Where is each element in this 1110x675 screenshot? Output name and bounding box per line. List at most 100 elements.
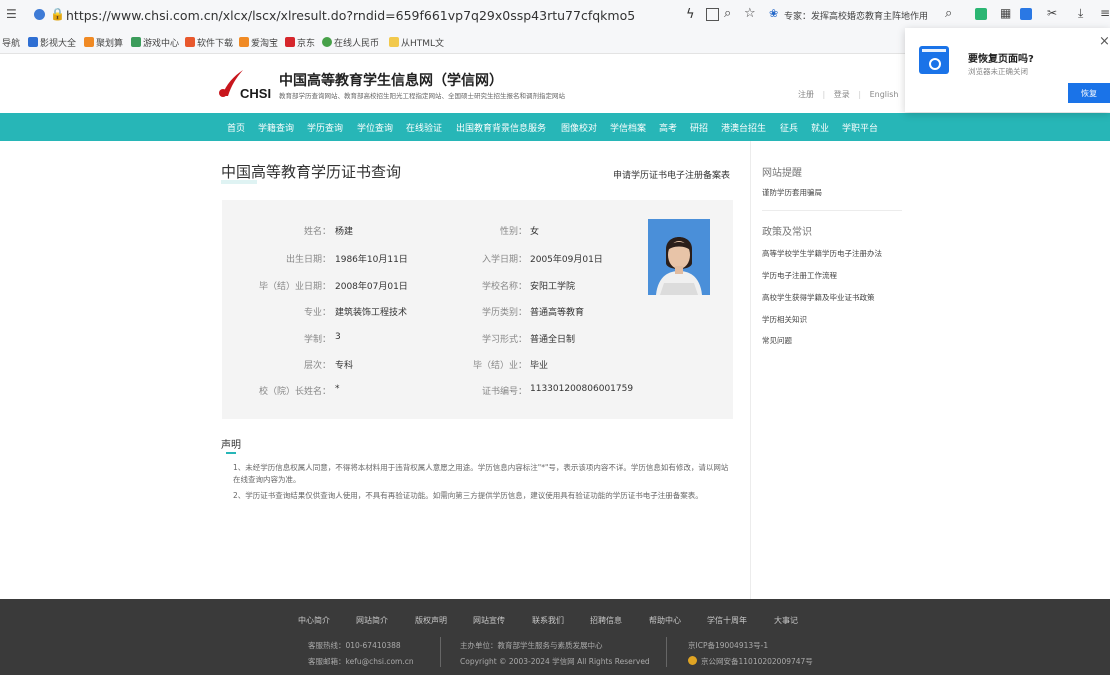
scissors-icon[interactable]: ✂	[1047, 6, 1057, 20]
bookmark-item[interactable]: 聚划算	[84, 36, 123, 49]
sidebar-policy-link[interactable]: 高等学校学生学籍学历电子注册办法	[762, 248, 882, 259]
footer-link[interactable]: 网站宣传	[473, 615, 505, 626]
hotline-text: 客服热线：010-67410388	[308, 641, 401, 650]
footer-link[interactable]: 大事记	[774, 615, 798, 626]
nav-item-career[interactable]: 学职平台	[842, 121, 878, 134]
nav-item-image-check[interactable]: 图像校对	[561, 121, 597, 134]
lock-icon: 🔒	[50, 7, 65, 21]
nav-item-military[interactable]: 征兵	[780, 121, 798, 134]
bookmark-item[interactable]: 爱淘宝	[239, 36, 278, 49]
folder-icon	[389, 37, 399, 47]
declaration-item: 2、学历证书查询结果仅供查询人使用，不具有再验证功能。如需向第三方提供学历信息，…	[233, 491, 703, 500]
study-form-label: 学习形式：	[481, 335, 527, 345]
apply-report-link[interactable]: 申请学历证书电子注册备案表	[613, 168, 730, 181]
level-value: 专科	[335, 361, 354, 371]
declaration-item: 1、未经学历信息权属人同意，不得将本材料用于违背权属人意愿之用途。学历信息内容标…	[233, 463, 729, 484]
sidebar-policy-title: 政策及常识	[762, 227, 812, 238]
icp-text[interactable]: 京ICP备19004913号-1	[688, 640, 768, 651]
extension-icon[interactable]	[975, 8, 987, 20]
sidebar-policy-link[interactable]: 学历电子注册工作流程	[762, 270, 837, 281]
close-icon[interactable]: ×	[1099, 34, 1110, 49]
search-icon[interactable]: ⌕	[945, 6, 952, 21]
divider: |	[822, 90, 826, 99]
nav-item-home[interactable]: 首页	[227, 121, 245, 134]
footer-link[interactable]: 联系我们	[532, 615, 564, 626]
nav-item-yanzhao[interactable]: 研招	[690, 121, 708, 134]
sidebar-tips-title: 网站提醒	[762, 168, 802, 179]
sidebar-policy-link[interactable]: 学历相关知识	[762, 314, 807, 325]
url-text[interactable]: https://www.chsi.com.cn/xlcx/lscx/xlresu…	[66, 8, 635, 23]
police-text[interactable]: 京公网安备11010202009747号	[701, 656, 813, 667]
bookmark-item[interactable]: 京东	[285, 36, 315, 49]
nav-item-hmt[interactable]: 港澳台招生	[721, 121, 766, 134]
jd-icon	[285, 37, 295, 47]
video-icon	[28, 37, 38, 47]
main-nav: 首页 学籍查询 学历查询 学位查询 在线验证 出国教育背景信息服务 图像校对 学…	[0, 113, 1110, 141]
nav-item-jobs[interactable]: 就业	[811, 121, 829, 134]
menu-icon[interactable]: ☰	[6, 7, 17, 21]
nav-item-overseas[interactable]: 出国教育背景信息服务	[456, 121, 546, 134]
footer: 中心简介 网站简介 版权声明 网站宣传 联系我们 招聘信息 帮助中心 学信十周年…	[0, 599, 1110, 675]
site-title[interactable]: 中国高等教育学生信息网（学信网）	[279, 70, 503, 90]
police-badge-icon	[688, 656, 697, 665]
footer-link[interactable]: 中心简介	[298, 615, 330, 626]
login-link[interactable]: 登录	[834, 90, 850, 99]
game-icon	[131, 37, 141, 47]
nav-item-degree-query[interactable]: 学位查询	[357, 121, 393, 134]
nav-item-archive[interactable]: 学信档案	[610, 121, 646, 134]
footer-link[interactable]: 帮助中心	[649, 615, 681, 626]
logo-text: CHSI	[240, 86, 272, 101]
bookmark-item[interactable]: 从HTML文	[389, 36, 444, 49]
nav-item-online-verify[interactable]: 在线验证	[406, 121, 442, 134]
sidebar-divider	[750, 141, 751, 600]
footer-link[interactable]: 版权声明	[415, 615, 447, 626]
sidebar-tip-link[interactable]: 谨防学历套用骗局	[762, 187, 822, 198]
popup-subtitle: 浏览器未正确关闭	[968, 67, 1028, 76]
translate-icon[interactable]	[1020, 8, 1032, 20]
top-links: 注册 | 登录 | English	[798, 89, 898, 100]
more-icon[interactable]: ≡	[1100, 6, 1110, 20]
edu-type-value: 普通高等教育	[530, 308, 585, 318]
browser-window-icon	[919, 46, 949, 74]
cert-number-label: 证书编号：	[481, 387, 527, 397]
duration-value: 3	[335, 332, 341, 342]
sidebar-policy-link[interactable]: 常见问题	[762, 335, 792, 346]
name-value: 杨建	[335, 227, 354, 237]
download-icon[interactable]: ⤓	[1078, 6, 1083, 21]
site-subtitle: 教育部学历查询网站、教育部高校招生阳光工程指定网站、全国硕士研究生招生报名和调剂…	[279, 92, 565, 100]
zoom-icon[interactable]: ⌕	[724, 6, 731, 21]
sidebar-policy-link[interactable]: 高校学生获得学籍及毕业证书政策	[762, 292, 875, 303]
edu-type-label: 学历类别：	[481, 308, 527, 318]
portrait-icon	[648, 219, 710, 295]
nav-item-degree-check[interactable]: 学历查询	[307, 121, 343, 134]
footer-link[interactable]: 招聘信息	[590, 615, 622, 626]
popup-title: 要恢复页面吗?	[968, 54, 1034, 65]
nav-item-gaokao[interactable]: 高考	[659, 121, 677, 134]
bookmark-item[interactable]: 导航	[2, 36, 20, 49]
grad-status-value: 毕业	[530, 361, 549, 371]
search-suggestion[interactable]: 专家：发挥高校婚恋教育主阵地作用	[784, 9, 928, 22]
star-icon[interactable]: ☆	[744, 6, 756, 21]
bookmark-item[interactable]: 在线人民币	[322, 36, 379, 49]
enroll-value: 2005年09月01日	[530, 255, 603, 265]
study-form-value: 普通全日制	[530, 335, 576, 345]
screenshot-icon[interactable]	[706, 8, 719, 21]
footer-link[interactable]: 网站简介	[356, 615, 388, 626]
lightning-icon[interactable]: ϟ	[686, 7, 695, 22]
bookmark-item[interactable]: 游戏中心	[131, 36, 179, 49]
birth-label: 出生日期：	[285, 255, 331, 265]
bookmark-item[interactable]: 影视大全	[28, 36, 76, 49]
school-value: 安阳工学院	[530, 282, 576, 292]
gender-label: 性别：	[499, 227, 527, 237]
footer-link[interactable]: 学信十周年	[707, 615, 747, 626]
president-label: 校（院）长姓名：	[258, 387, 331, 397]
nav-item-student-status[interactable]: 学籍查询	[258, 121, 294, 134]
footer-divider	[440, 637, 441, 667]
student-photo	[648, 219, 710, 295]
bookmark-item[interactable]: 软件下载	[185, 36, 233, 49]
restore-button[interactable]: 恢复	[1068, 83, 1110, 103]
english-link[interactable]: English	[870, 90, 899, 99]
register-link[interactable]: 注册	[798, 90, 814, 99]
grid-icon[interactable]: ▦	[1000, 6, 1011, 20]
news-icon: ❀	[769, 7, 779, 20]
